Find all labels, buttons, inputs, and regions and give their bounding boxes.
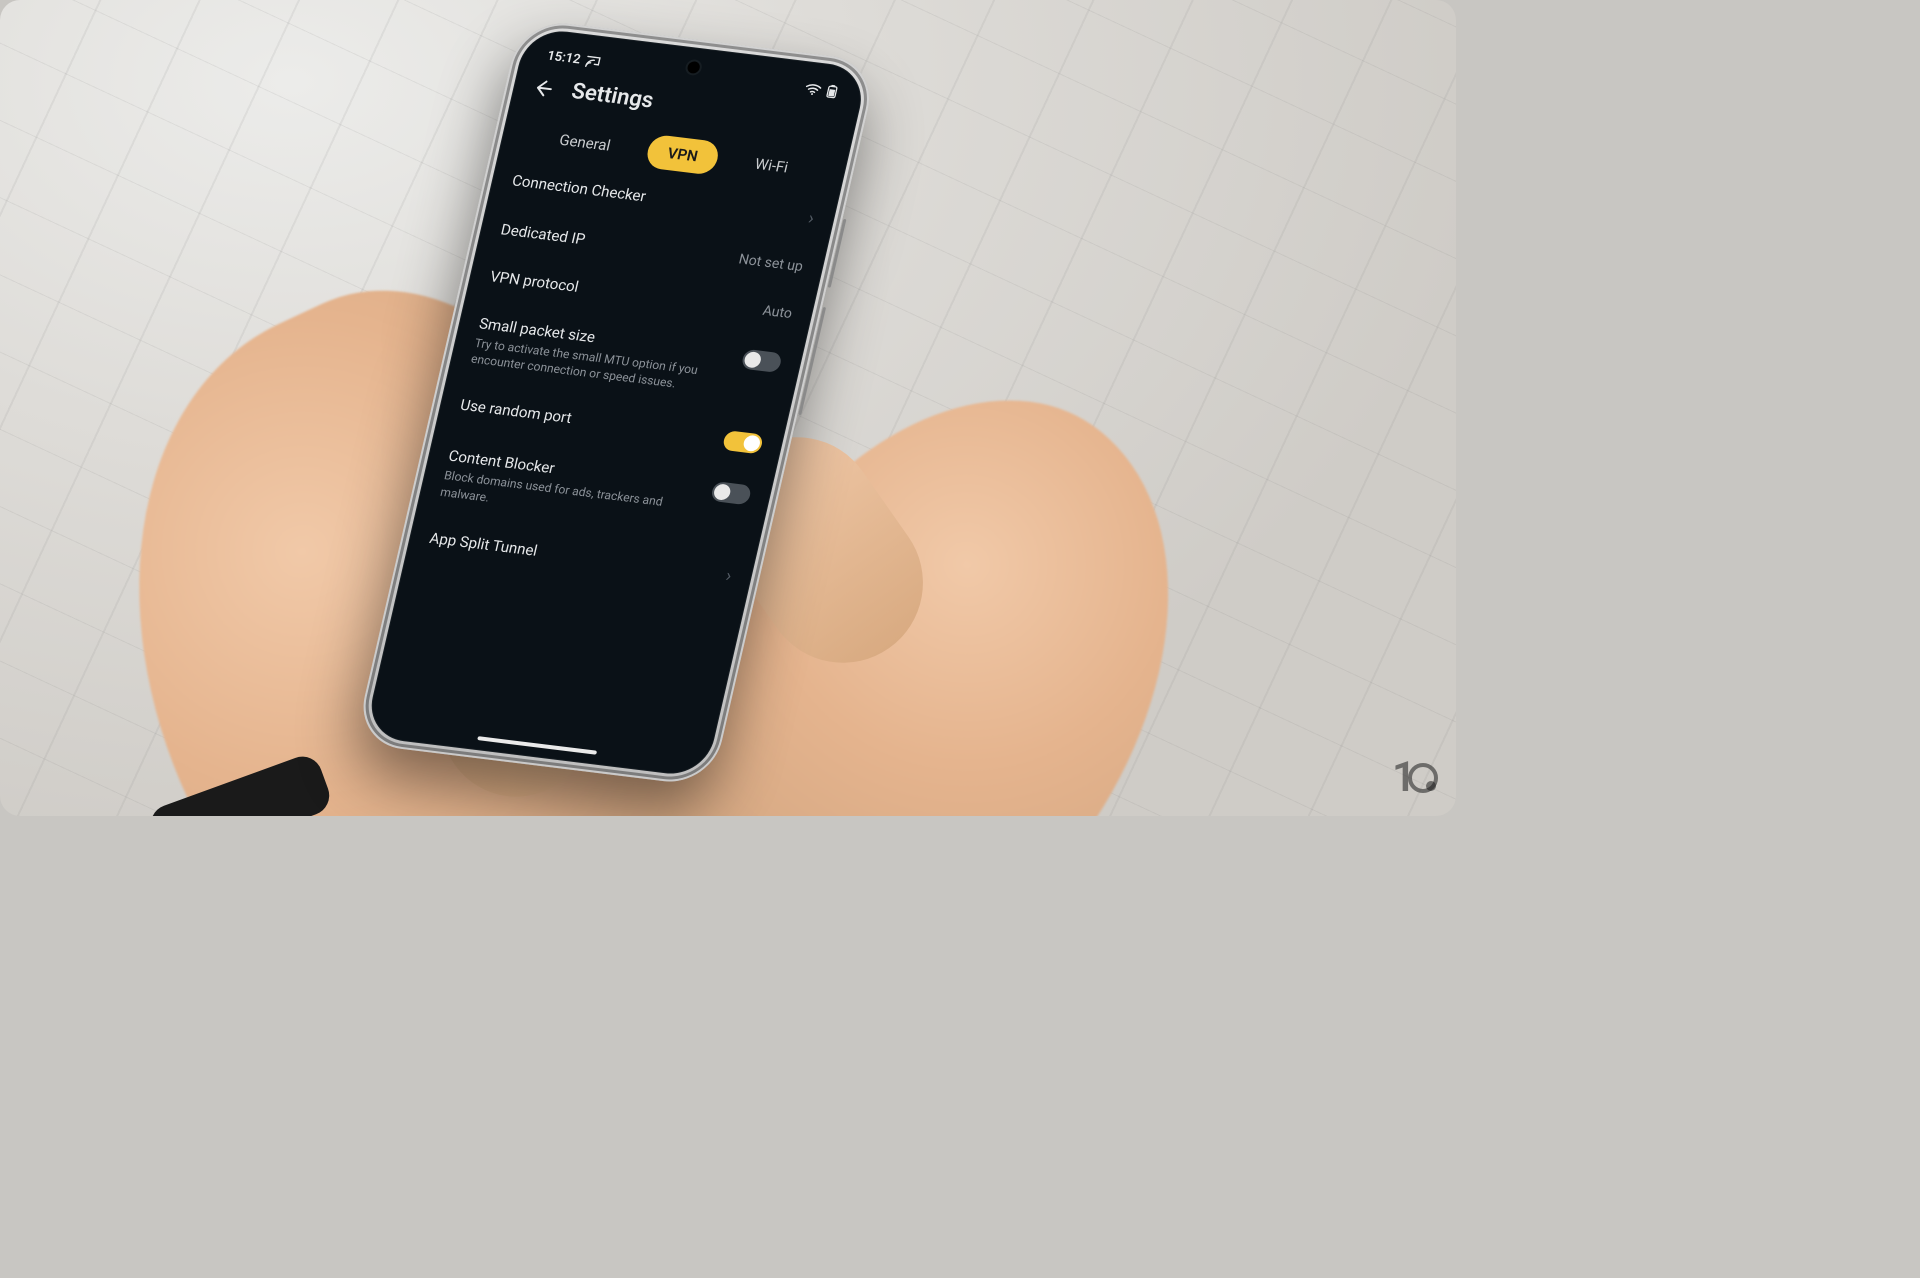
tab-wifi[interactable]: Wi-Fi — [731, 145, 811, 187]
photo-viewport: 15:12 — [0, 0, 1456, 816]
row-small-packet: Small packet size Try to activate the sm… — [469, 314, 783, 403]
row-content-blocker: Content Blocker Block domains used for a… — [439, 447, 753, 536]
chevron-right-icon: › — [724, 567, 733, 585]
battery-icon — [825, 84, 838, 99]
row-vpn-protocol[interactable]: VPN protocol Auto — [488, 267, 794, 322]
tab-general[interactable]: General — [536, 121, 634, 165]
label-random-port: Use random port — [459, 396, 711, 444]
watermark-circle-icon — [1408, 763, 1438, 793]
page-title: Settings — [569, 79, 656, 113]
watermark-logo: 1 — [1392, 753, 1438, 802]
value-vpn-protocol: Auto — [761, 303, 794, 322]
toggle-random-port[interactable] — [722, 430, 764, 454]
back-arrow-icon — [531, 77, 555, 99]
row-dedicated-ip[interactable]: Dedicated IP Not set up — [499, 220, 805, 275]
toggle-content-blocker[interactable] — [710, 481, 752, 505]
toggle-small-packet[interactable] — [741, 349, 783, 373]
label-vpn-protocol: VPN protocol — [488, 267, 749, 316]
tab-vpn[interactable]: VPN — [644, 134, 721, 176]
gesture-nav-bar[interactable] — [477, 736, 597, 755]
status-time: 15:12 — [546, 49, 582, 68]
wifi-icon — [804, 82, 823, 96]
back-button[interactable] — [530, 76, 557, 100]
label-dedicated-ip: Dedicated IP — [499, 220, 725, 265]
label-split-tunnel: App Split Tunnel — [428, 529, 713, 581]
row-split-tunnel[interactable]: App Split Tunnel › — [427, 529, 733, 586]
cast-icon — [585, 55, 602, 68]
chevron-right-icon: › — [806, 210, 815, 228]
row-random-port: Use random port — [458, 396, 765, 455]
value-dedicated-ip: Not set up — [737, 252, 804, 276]
